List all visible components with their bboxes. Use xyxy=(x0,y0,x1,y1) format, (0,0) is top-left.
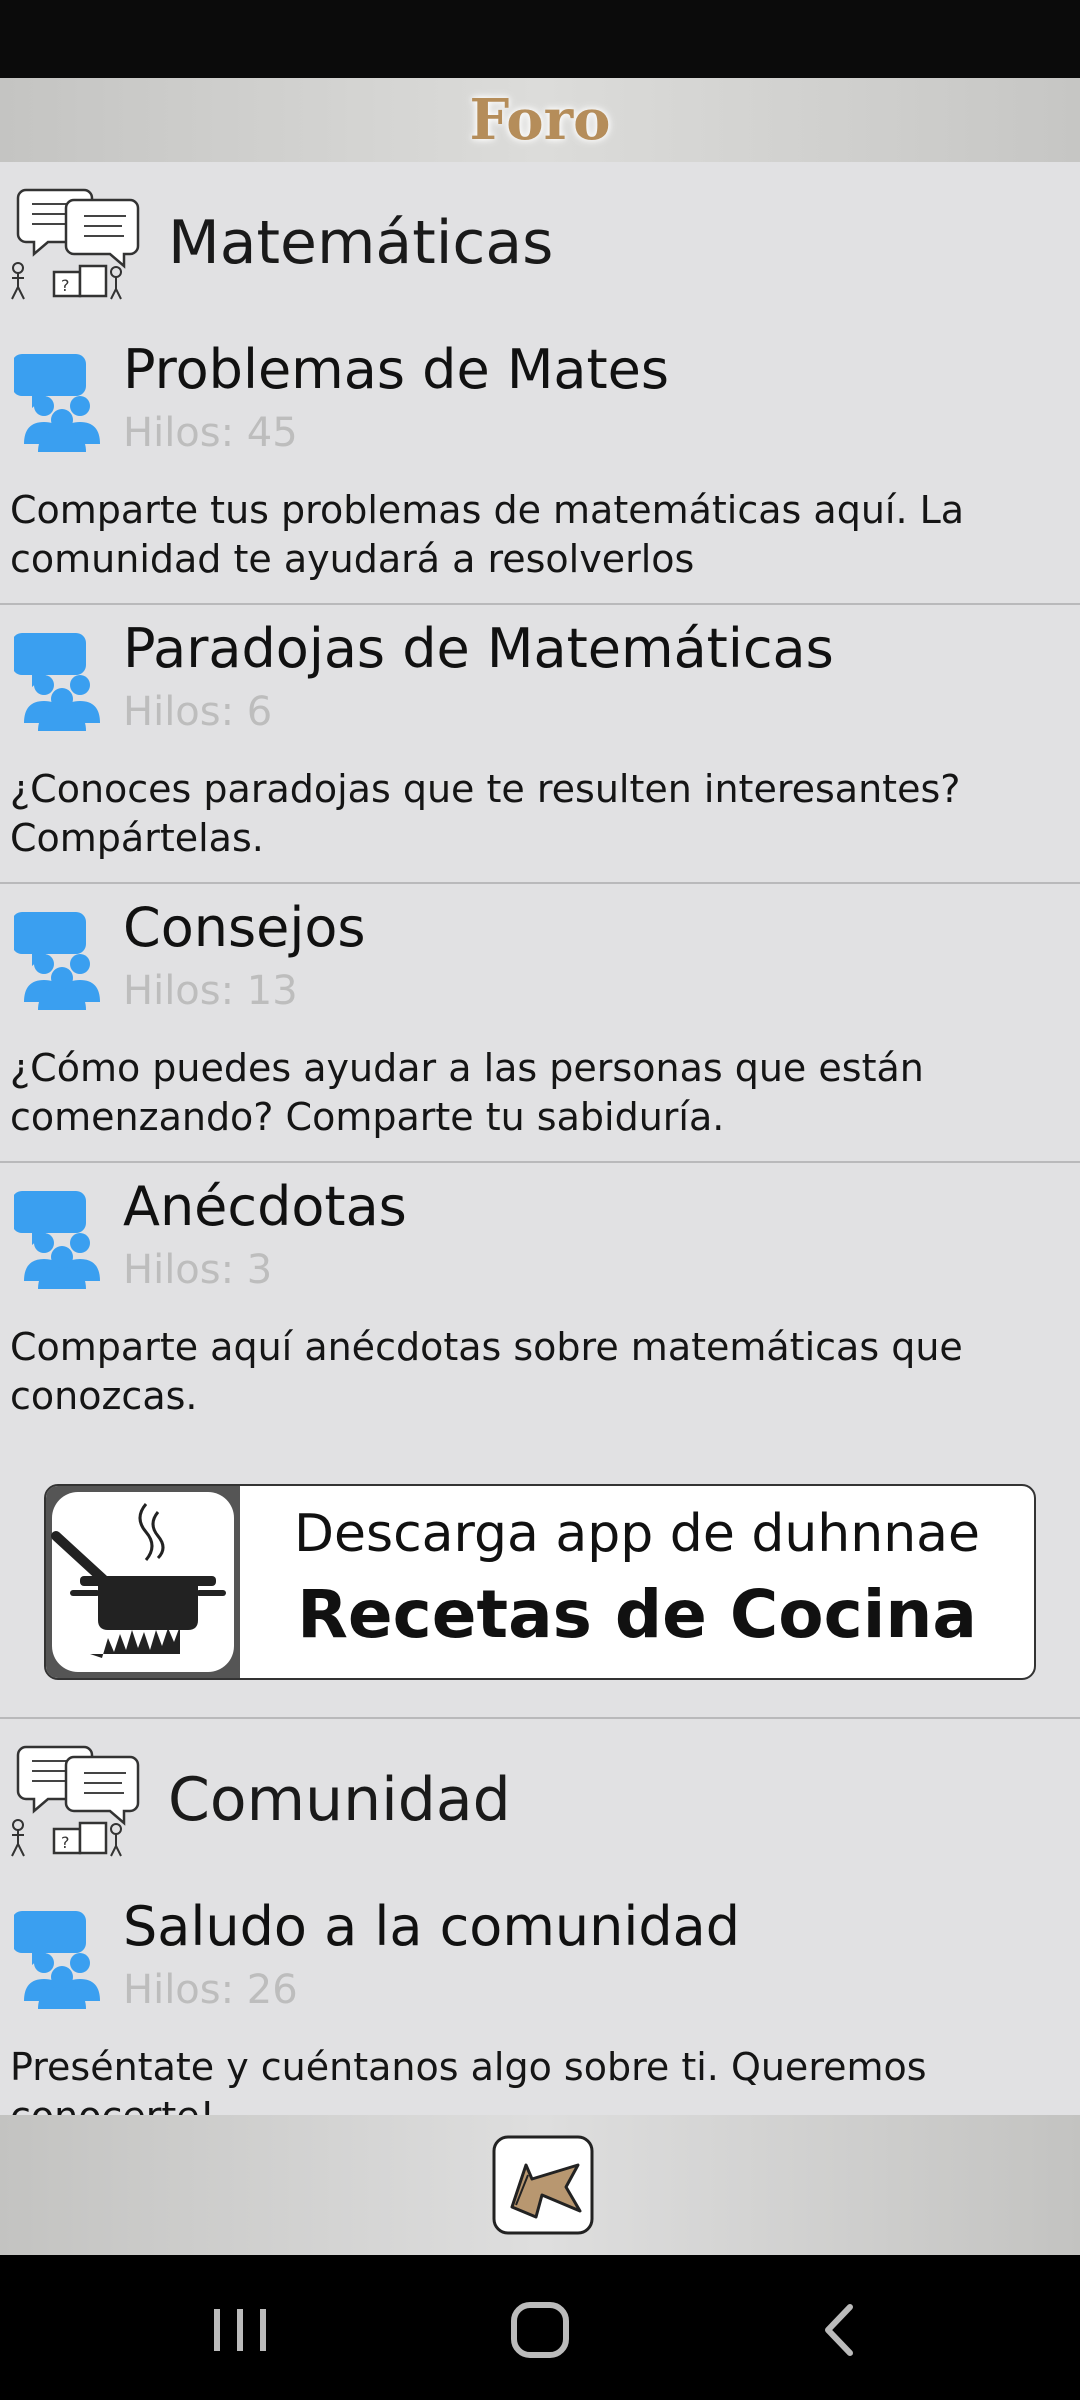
category-title: Comunidad xyxy=(168,1765,511,1835)
speech-bubbles-sketch-icon: ? xyxy=(11,1745,140,1857)
system-navigation-bar xyxy=(0,2255,1080,2400)
forum-thread-count: Hilos: 3 xyxy=(123,1247,273,1293)
forum-title: Anécdotas xyxy=(123,1175,407,1238)
category-title: Matemáticas xyxy=(168,208,554,278)
back-button[interactable] xyxy=(492,2135,594,2235)
people-group-chat-icon xyxy=(14,1191,100,1289)
ad-app-name: Recetas de Cocina xyxy=(297,1576,977,1653)
forum-item-problemas-de-mates[interactable]: Problemas de Mates Hilos: 45 Comparte tu… xyxy=(0,326,1080,605)
double-arrow-back-icon xyxy=(492,2135,594,2235)
forum-title: Paradojas de Matemáticas xyxy=(123,617,834,680)
forum-item-anecdotas[interactable]: Anécdotas Hilos: 3 Comparte aquí anécdot… xyxy=(0,1163,1080,1440)
forum-title: Saludo a la comunidad xyxy=(123,1895,741,1958)
forum-description: ¿Conoces paradojas que te resulten inter… xyxy=(10,767,961,860)
recipes-app-ad-banner[interactable]: Descarga app de duhnnae Recetas de Cocin… xyxy=(44,1484,1036,1680)
cooking-pot-icon xyxy=(51,1492,234,1672)
forum-thread-count: Hilos: 26 xyxy=(123,1967,298,2013)
bottom-toolbar xyxy=(0,2115,1080,2255)
speech-bubbles-sketch-icon: ? xyxy=(11,188,140,300)
home-icon[interactable] xyxy=(500,2295,580,2365)
forum-description: Comparte aquí anécdotas sobre matemática… xyxy=(10,1325,963,1418)
category-header-comunidad: ? Comunidad xyxy=(0,1719,1080,1883)
forum-title: Problemas de Mates xyxy=(123,338,670,401)
ad-section: Descarga app de duhnnae Recetas de Cocin… xyxy=(0,1440,1080,1719)
people-group-chat-icon xyxy=(14,912,100,1010)
header-bar: Foro xyxy=(0,78,1080,162)
forum-item-saludo-a-la-comunidad[interactable]: Saludo a la comunidad Hilos: 26 Presénta… xyxy=(0,1883,1080,2115)
forum-description: Comparte tus problemas de matemáticas aq… xyxy=(10,488,965,581)
svg-text:?: ? xyxy=(61,276,70,295)
forum-item-paradojas-de-matematicas[interactable]: Paradojas de Matemáticas Hilos: 6 ¿Conoc… xyxy=(0,605,1080,884)
forum-item-consejos[interactable]: Consejos Hilos: 13 ¿Cómo puedes ayudar a… xyxy=(0,884,1080,1163)
back-nav-icon[interactable] xyxy=(800,2295,880,2365)
forum-thread-count: Hilos: 6 xyxy=(123,689,273,735)
recent-apps-icon[interactable] xyxy=(200,2295,280,2365)
people-group-chat-icon xyxy=(14,633,100,731)
forum-thread-count: Hilos: 45 xyxy=(123,410,298,456)
people-group-chat-icon xyxy=(14,1911,100,2009)
status-bar xyxy=(0,0,1080,78)
people-group-chat-icon xyxy=(14,354,100,452)
forum-thread-count: Hilos: 13 xyxy=(123,968,298,1014)
ad-icon-frame xyxy=(46,1486,240,1678)
forum-description: ¿Cómo puedes ayudar a las personas que e… xyxy=(10,1046,924,1139)
forum-list[interactable]: ? Matemáticas Problemas de Mates Hilos: … xyxy=(0,162,1080,2115)
svg-text:?: ? xyxy=(61,1833,70,1852)
category-header-matematicas: ? Matemáticas xyxy=(0,162,1080,326)
forum-description: Preséntate y cuéntanos algo sobre ti. Qu… xyxy=(10,2045,927,2115)
page-title: Foro xyxy=(469,87,611,153)
ad-title: Descarga app de duhnnae xyxy=(293,1504,981,1564)
forum-title: Consejos xyxy=(123,896,366,959)
